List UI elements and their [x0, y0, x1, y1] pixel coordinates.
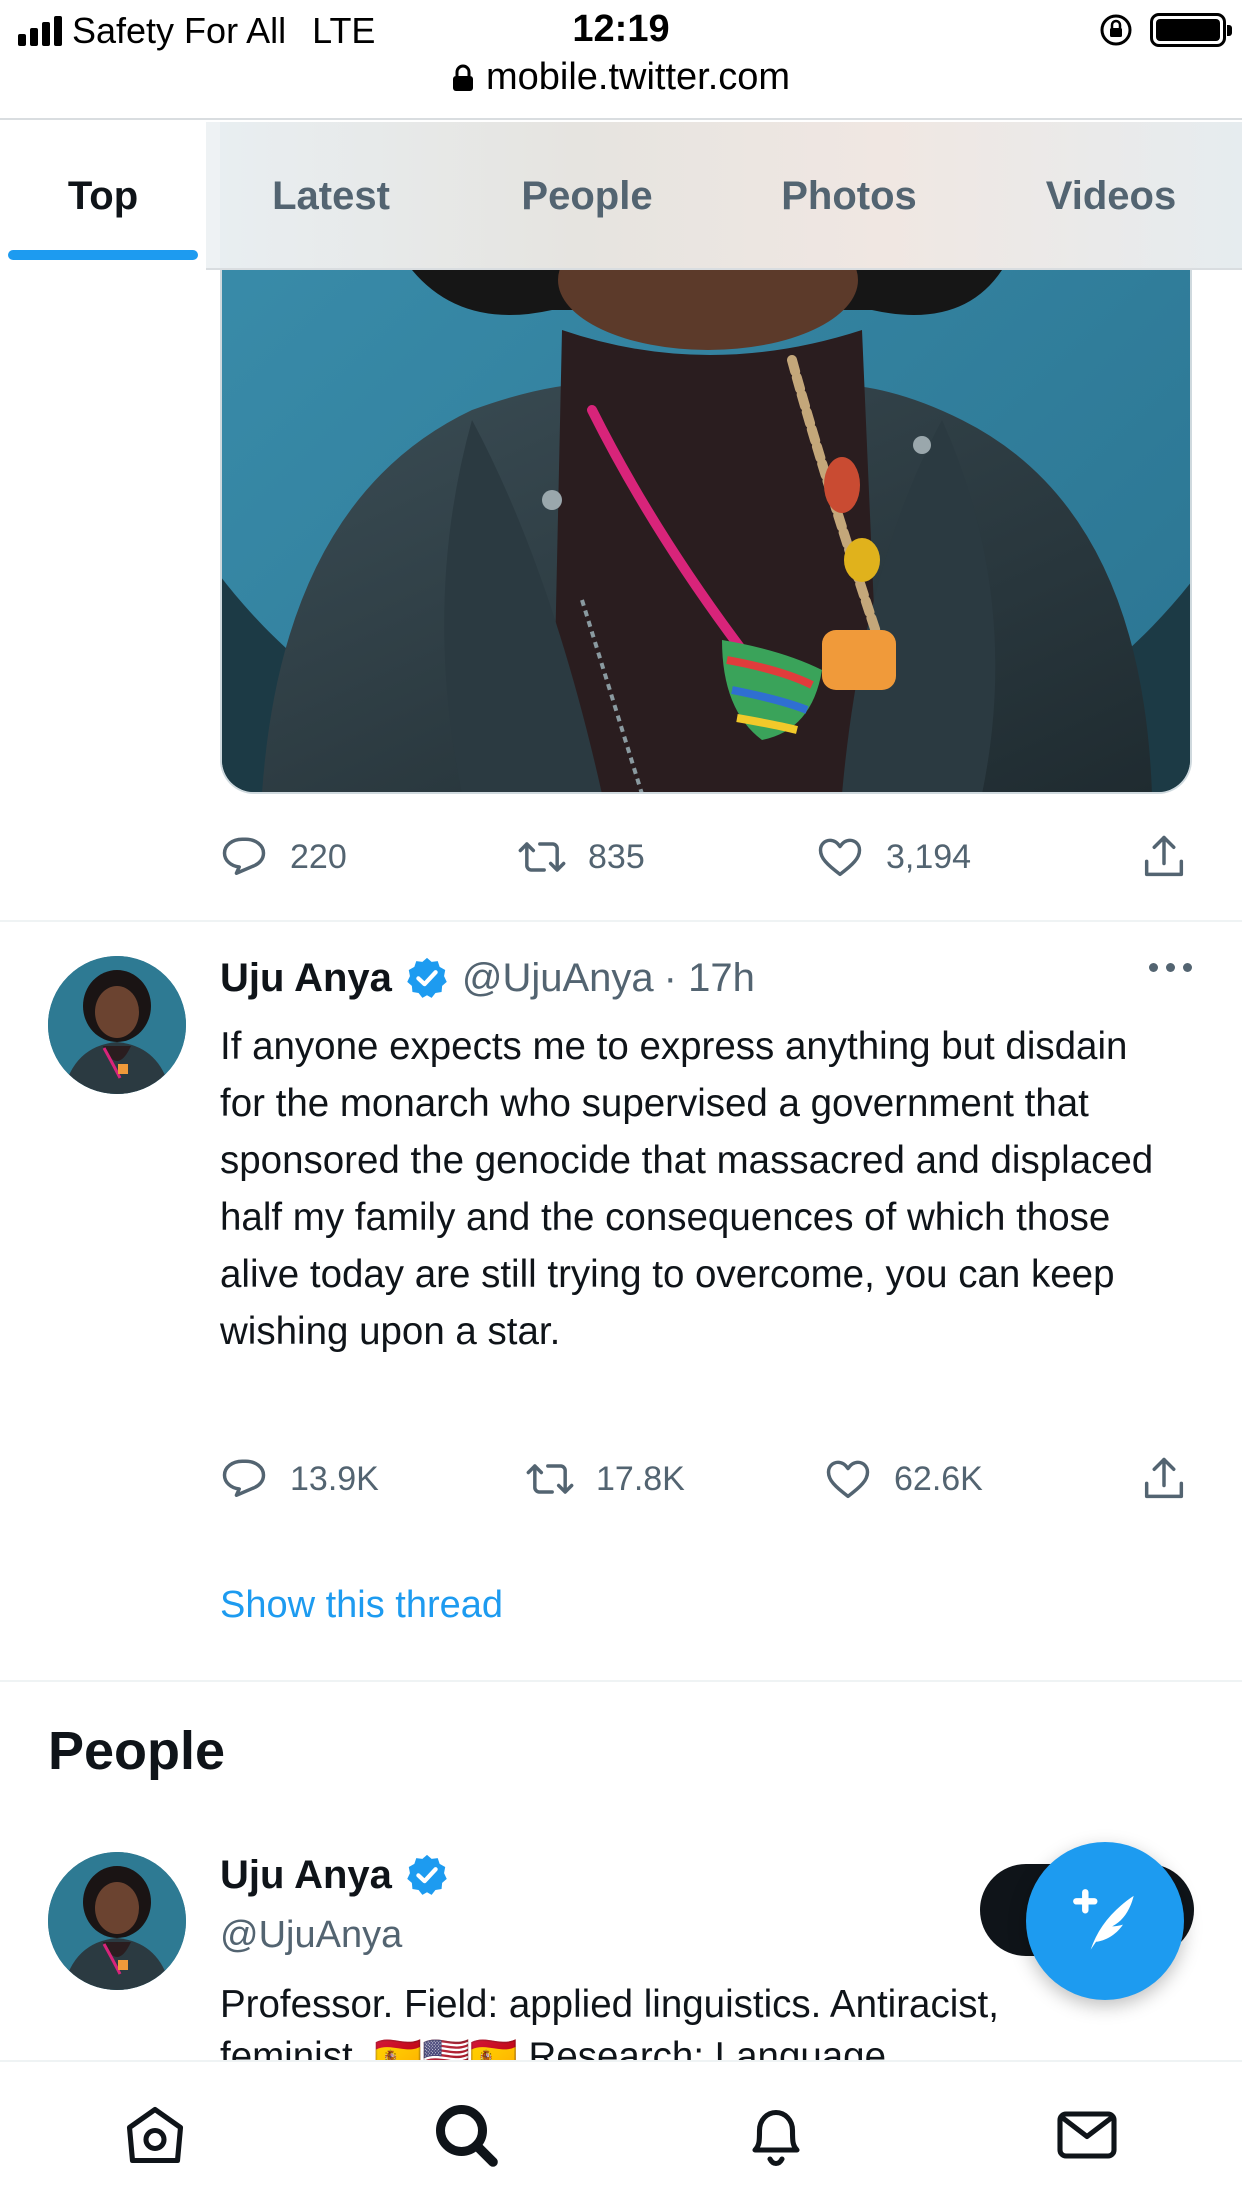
- reply-count: 13.9K: [290, 1459, 379, 1498]
- tab-videos[interactable]: Videos: [980, 122, 1242, 270]
- battery-icon: [1150, 13, 1232, 47]
- retweet-button[interactable]: 17.8K: [524, 1453, 685, 1505]
- bottom-navigation: [0, 2060, 1242, 2208]
- retweet-icon: [526, 1464, 574, 1494]
- tweet-media-image[interactable]: [220, 270, 1192, 794]
- like-count: 62.6K: [894, 1459, 983, 1498]
- person-bio: Professor. Field: applied linguistics. A…: [220, 1983, 999, 2026]
- person-header: Uju Anya: [220, 1852, 462, 1898]
- lock-icon: [452, 64, 473, 91]
- search-tabs: Top Latest People Photos Videos: [0, 122, 1242, 270]
- person-handle[interactable]: @UjuAnya: [220, 1914, 402, 1957]
- heart-icon: [818, 838, 862, 877]
- messages-icon: [1057, 2111, 1117, 2159]
- tweet-timestamp[interactable]: · 17h: [664, 956, 755, 1001]
- like-count: 3,194: [886, 837, 972, 876]
- tweet-text: If anyone expects me to express anything…: [220, 1025, 1154, 1353]
- divider: [0, 1680, 1242, 1682]
- tab-photos[interactable]: Photos: [718, 122, 980, 270]
- share-icon: [1144, 1457, 1184, 1499]
- orientation-lock-icon: [1100, 14, 1132, 46]
- compose-tweet-button[interactable]: [1026, 1842, 1184, 2000]
- like-button[interactable]: 3,194: [814, 831, 971, 883]
- show-thread-link[interactable]: Show this thread: [220, 1584, 503, 1627]
- avatar-photo: [48, 1852, 186, 1990]
- portrait-photo: [222, 270, 1190, 792]
- nav-messages[interactable]: [932, 2062, 1242, 2208]
- reply-button[interactable]: 13.9K: [218, 1453, 379, 1505]
- prev-tweet-actions: 220 835 3,194: [218, 822, 1198, 892]
- url-bar[interactable]: mobile.twitter.com: [0, 56, 1242, 99]
- nav-search[interactable]: [311, 2062, 622, 2208]
- retweet-count: 835: [588, 837, 645, 876]
- tweet-header: Uju Anya @UjuAnya · 17h: [220, 955, 755, 1001]
- browser-status-bar: Safety For All LTE 12:19 mobile.twitter.…: [0, 0, 1242, 120]
- url-text: mobile.twitter.com: [485, 56, 791, 98]
- share-button[interactable]: [1138, 1453, 1190, 1505]
- tab-top[interactable]: Top: [0, 122, 206, 270]
- retweet-count: 17.8K: [596, 1459, 685, 1498]
- tab-people[interactable]: People: [456, 122, 718, 270]
- retweet-icon: [518, 842, 566, 872]
- nav-notifications[interactable]: [621, 2062, 932, 2208]
- search-icon: [435, 2105, 498, 2167]
- divider: [0, 920, 1242, 922]
- home-icon: [127, 2106, 184, 2164]
- heart-icon: [826, 1460, 870, 1499]
- tweet-actions: 13.9K 17.8K 62.6K: [218, 1444, 1198, 1514]
- notifications-icon: [752, 2109, 800, 2167]
- status-right: [1098, 12, 1232, 48]
- verified-badge-icon: [407, 1854, 447, 1895]
- reply-icon: [222, 837, 266, 875]
- tweet-author-avatar[interactable]: [48, 956, 186, 1094]
- person-name[interactable]: Uju Anya: [220, 1853, 392, 1898]
- author-handle[interactable]: @UjuAnya: [462, 956, 654, 1001]
- share-button[interactable]: [1138, 831, 1190, 883]
- compose-tweet-icon: [1073, 1889, 1134, 1950]
- like-button[interactable]: 62.6K: [822, 1453, 983, 1505]
- share-icon: [1144, 835, 1184, 877]
- reply-icon: [222, 1459, 266, 1497]
- retweet-button[interactable]: 835: [516, 831, 645, 883]
- reply-button[interactable]: 220: [218, 831, 347, 883]
- author-name[interactable]: Uju Anya: [220, 956, 392, 1001]
- avatar-photo: [48, 956, 186, 1094]
- people-section-title: People: [48, 1721, 226, 1781]
- status-time: 12:19: [572, 8, 670, 50]
- tab-latest[interactable]: Latest: [206, 122, 456, 270]
- more-options-icon[interactable]: [1149, 963, 1192, 972]
- verified-badge-icon: [407, 957, 447, 998]
- reply-count: 220: [290, 837, 347, 876]
- nav-home[interactable]: [0, 2062, 311, 2208]
- person-avatar[interactable]: [48, 1852, 186, 1990]
